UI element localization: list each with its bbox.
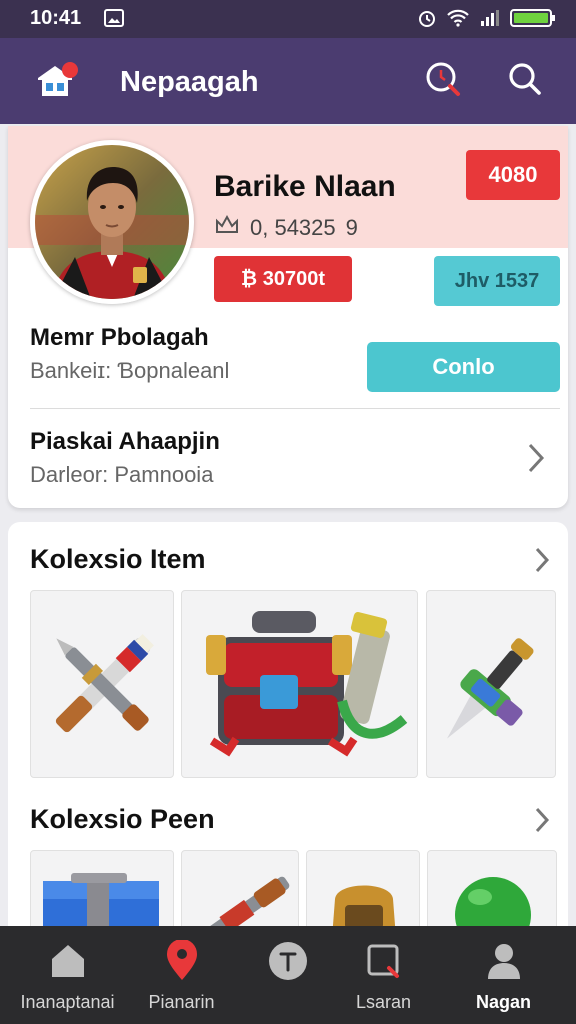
pet-tile-box[interactable]: [30, 850, 174, 934]
blade-icon: [192, 876, 290, 934]
search-alt-button[interactable]: [420, 58, 466, 104]
app-title: Nepaagah: [120, 66, 259, 98]
golden-helmet-icon: [325, 885, 403, 934]
collection-card: Kolexsio Item Kolexsio Peen: [8, 522, 568, 934]
treasure-chest-icon: [206, 611, 408, 757]
player-stat-value: 0, 54325: [250, 215, 336, 240]
location-pin-icon: [157, 938, 207, 984]
battery-icon: [510, 8, 556, 33]
pet-tile-helmet[interactable]: [306, 850, 420, 934]
status-icons: [418, 8, 556, 33]
nav-item-profile[interactable]: Nagan: [446, 926, 561, 1024]
compass-icon: [263, 938, 313, 984]
wifi-icon: [446, 9, 470, 32]
alarm-icon: [418, 8, 436, 33]
item-tile-dagger[interactable]: [426, 590, 556, 778]
pets-section-title[interactable]: Kolexsio Peen: [30, 804, 215, 835]
items-section-title[interactable]: Kolexsio Item: [30, 544, 206, 575]
store-icon: [359, 938, 409, 984]
nav-item-home[interactable]: Inanaptanai: [10, 926, 125, 1024]
chevron-right-icon: [522, 440, 550, 476]
player-stat: 0, 54325 9: [214, 214, 358, 242]
nav-label-profile: Nagan: [475, 992, 531, 1012]
crown-icon: [214, 214, 240, 242]
chevron-right-icon[interactable]: [528, 542, 556, 578]
member-subtitle: Bankeiɪ: Ɓopnaleanl: [30, 358, 230, 383]
second-title: Piaskai Ahaapjin: [30, 428, 220, 455]
app-logo-icon[interactable]: [34, 60, 80, 104]
green-orb-icon: [455, 877, 531, 934]
dagger-icon: [447, 638, 534, 739]
player-name: Barike Nlaan: [214, 170, 396, 203]
bottom-nav: Inanaptanai Pianarin Lsaran Nagan: [0, 926, 576, 1024]
avatar[interactable]: [30, 140, 194, 304]
search-button[interactable]: [502, 58, 548, 104]
blue-box-icon: [43, 873, 159, 934]
profile-button[interactable]: Conlo: [367, 342, 560, 392]
nav-label-home: Inanaptanai: [20, 992, 115, 1012]
search-alt-icon: [424, 60, 462, 103]
image-icon: [104, 9, 124, 32]
app-bar: Nepaagah: [0, 38, 576, 124]
score-badge: 4080: [466, 150, 560, 200]
crossed-weapons-icon: [55, 634, 154, 733]
nav-item-map[interactable]: Pianarin: [124, 926, 239, 1024]
divider: [30, 408, 560, 409]
status-bar: 10:41: [0, 0, 576, 38]
pet-tile-orb[interactable]: [427, 850, 557, 934]
player-stat-suffix: 9: [345, 215, 358, 240]
home-icon: [43, 938, 93, 984]
second-subtitle: Darleor: Pamnooia: [30, 462, 214, 487]
item-tile-crossed-weapons[interactable]: [30, 590, 174, 778]
status-time: 10:41: [30, 7, 82, 29]
date-badge: Jhv 1537: [434, 256, 560, 306]
pet-tile-blade[interactable]: [181, 850, 299, 934]
item-tile-treasure-chest[interactable]: [181, 590, 418, 778]
member-title: Memr Pbolagah: [30, 324, 209, 351]
profile-card: Barike Nlaan 0, 54325 9 4080 ₿ ‌30700t J…: [8, 126, 568, 508]
nav-label-store: Lsaran: [355, 992, 412, 1012]
profile-icon: [479, 938, 529, 984]
nav-item-store[interactable]: Lsaran: [326, 926, 441, 1024]
nav-label-map: Pianarin: [148, 992, 215, 1012]
signal-icon: [480, 9, 500, 32]
coins-badge: ₿ ‌30700t: [214, 256, 352, 302]
chevron-right-icon[interactable]: [528, 802, 556, 838]
search-icon: [507, 61, 543, 102]
